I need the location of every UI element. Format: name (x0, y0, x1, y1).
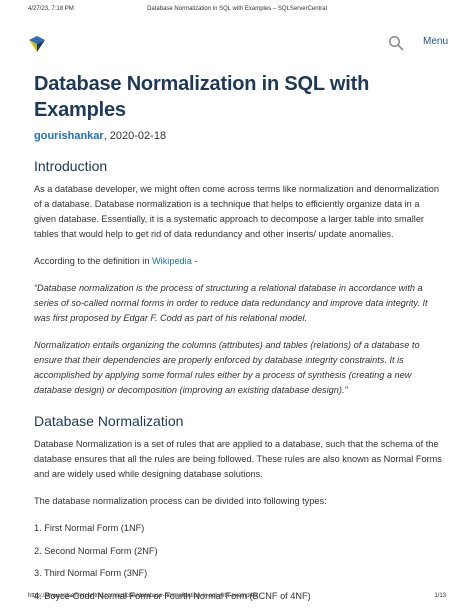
definition-prefix: According to the definition in (34, 256, 152, 266)
print-footer: https://www.sqlservercentral.com/article… (0, 593, 474, 603)
normal-forms-list: 1. First Normal Form (1NF) 2. Second Nor… (34, 521, 442, 603)
intro-paragraph: As a database developer, we might often … (34, 184, 439, 239)
list-item: 2. Second Normal Form (2NF) (34, 545, 158, 556)
site-header: Menu (0, 32, 474, 56)
list-item: 3. Third Normal Form (3NF) (34, 568, 148, 578)
definition-quote-2: Normalization entails organizing the col… (34, 340, 420, 395)
search-icon[interactable] (388, 35, 404, 51)
definition-paragraph: According to the definition in Wikipedia… (34, 254, 442, 269)
article-title: Database Normalization in SQL with Examp… (34, 73, 370, 121)
definition-suffix: - (191, 256, 198, 266)
print-page-number: 1/13 (434, 593, 446, 599)
print-url: https://www.sqlservercentral.com/article… (28, 593, 258, 599)
section-heading-database-normalization: Database Normalization (34, 413, 184, 429)
definition-quote-1: “Database normalization is the process o… (34, 283, 428, 323)
publish-date: , 2020-02-18 (103, 130, 167, 142)
article-content: Database Normalization in SQL with Examp… (34, 71, 442, 611)
section-heading-introduction: Introduction (34, 158, 108, 174)
print-header: 4/27/23, 7:18 PM Database Normalization … (0, 6, 474, 16)
list-item: 1. First Normal Form (1NF) (34, 523, 145, 533)
sqlservercentral-logo-icon[interactable] (27, 34, 47, 54)
wikipedia-link[interactable]: Wikipedia (152, 256, 192, 266)
byline: gourishankar, 2020-02-18 (34, 129, 442, 143)
types-intro: The database normalization process can b… (34, 496, 327, 506)
print-page-title: Database Normalization in SQL with Examp… (147, 6, 327, 12)
normalization-paragraph: Database Normalization is a set of rules… (34, 439, 442, 479)
menu-link[interactable]: Menu (423, 36, 448, 47)
author-link[interactable]: gourishankar (34, 130, 104, 142)
